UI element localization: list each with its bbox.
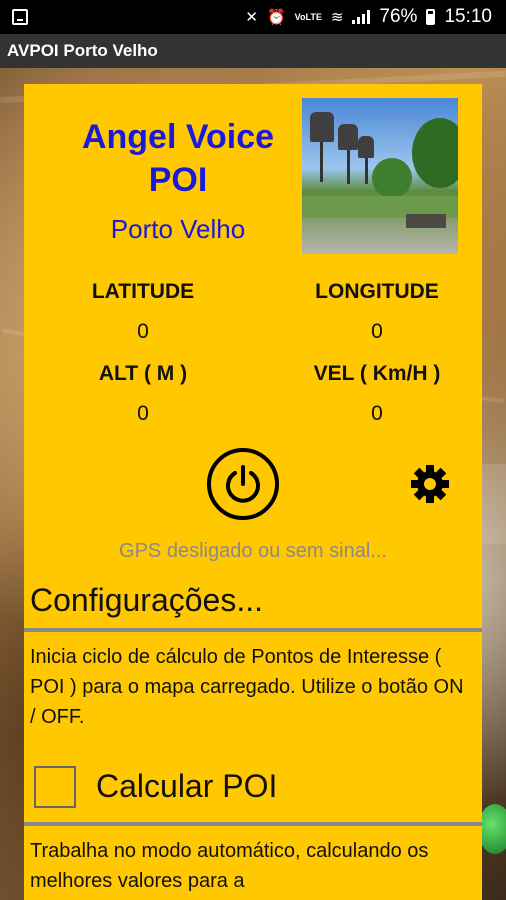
app-title-bar: AVPOI Porto Velho (0, 34, 506, 68)
settings-title: Configurações... (30, 582, 264, 618)
altitude-label: ALT ( M ) (98, 362, 188, 385)
status-bar: ✕ ⏰ VoLTE ≋ 76% 15:10 (0, 0, 506, 34)
app-name: Angel Voice POI (81, 118, 275, 199)
battery-icon (426, 9, 436, 25)
gear-icon (411, 465, 449, 503)
alarm-icon: ⏰ (266, 8, 286, 26)
power-button[interactable] (207, 448, 279, 520)
divider (24, 628, 482, 632)
battery-percent: 76% (379, 6, 418, 27)
altitude-value: 0 (137, 402, 149, 425)
city-landmark-photo (302, 98, 458, 254)
city-name: Porto Velho (110, 214, 246, 244)
longitude-label: LONGITUDE (315, 280, 439, 303)
mute-icon: ✕ (245, 8, 258, 26)
auto-mode-description: Trabalha no modo automático, calculando … (30, 840, 429, 892)
wifi-icon: ≋ (330, 8, 344, 26)
calc-poi-label[interactable]: Calcular POI (96, 768, 277, 805)
signal-icon (352, 10, 371, 24)
divider (24, 822, 482, 826)
app-title: AVPOI Porto Velho (7, 41, 158, 60)
calc-poi-checkbox[interactable] (34, 766, 76, 808)
screenshot-icon (12, 9, 28, 25)
latitude-label: LATITUDE (91, 280, 195, 303)
volte-icon: VoLTE (294, 11, 322, 22)
latitude-value: 0 (137, 320, 149, 343)
gps-status-text: GPS desligado ou sem sinal... (119, 540, 387, 562)
clock: 15:10 (444, 6, 492, 27)
settings-button[interactable] (410, 464, 450, 509)
velocity-value: 0 (371, 402, 383, 425)
power-icon (226, 465, 260, 503)
calc-poi-description: Inicia ciclo de cálculo de Pontos de Int… (30, 646, 464, 728)
longitude-value: 0 (371, 320, 383, 343)
velocity-label: VEL ( Km/H ) (313, 362, 441, 385)
green-gem-decoration (478, 804, 506, 854)
